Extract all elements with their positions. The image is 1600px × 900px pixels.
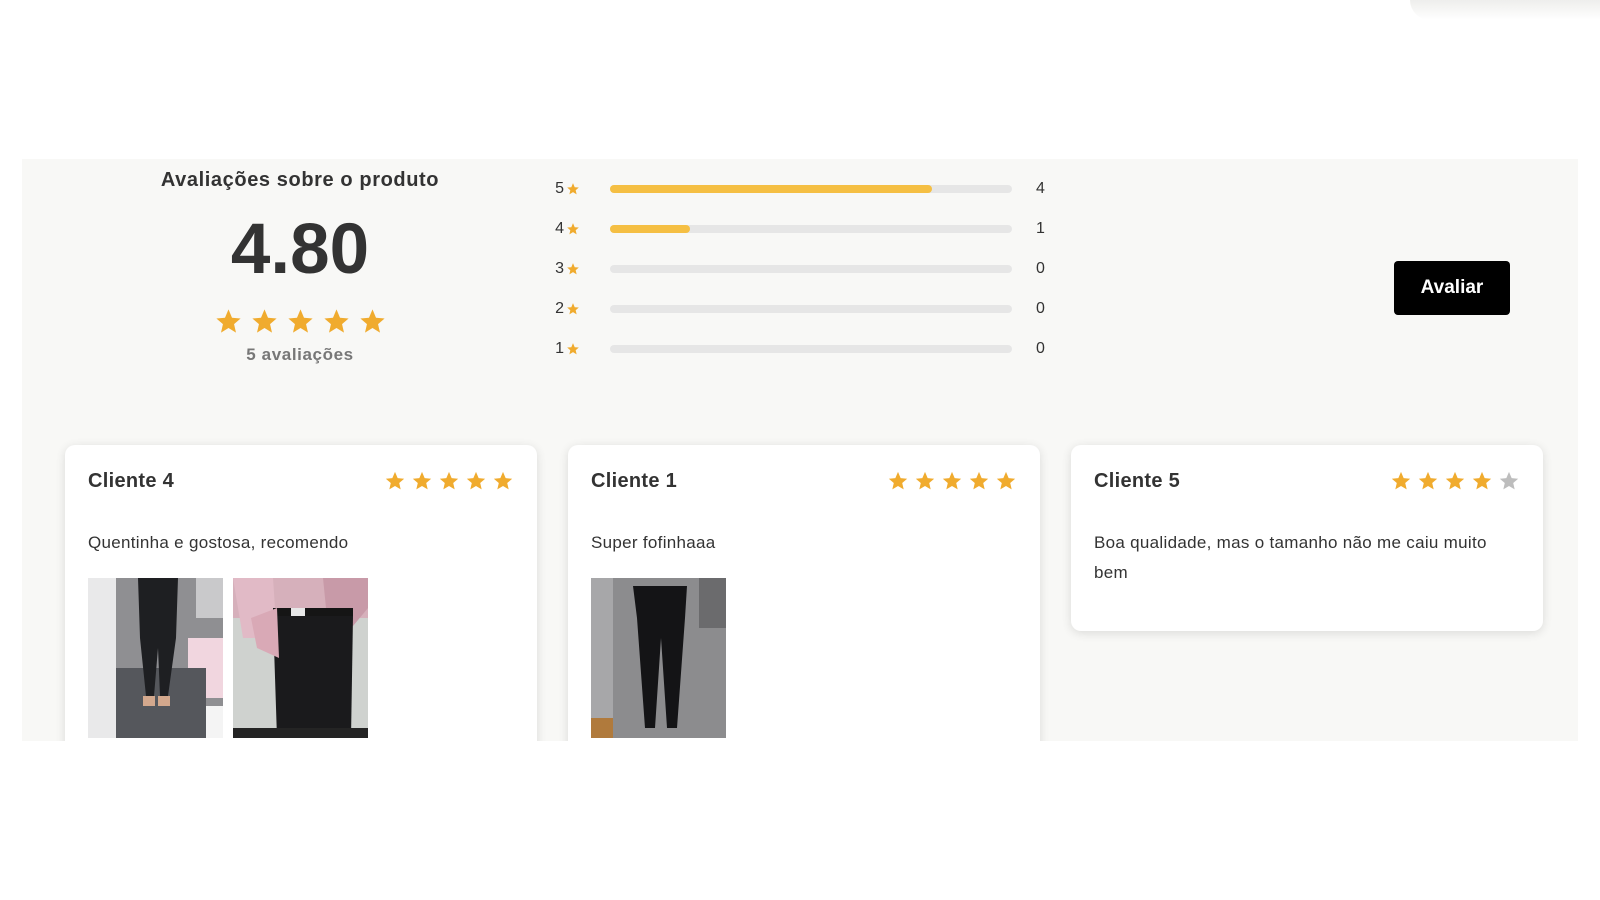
review-card: Cliente 1 Super fofinhaaa — [568, 445, 1040, 741]
review-card: Cliente 5 Boa qualidade, mas o tamanho n… — [1071, 445, 1543, 631]
review-stars — [384, 470, 514, 492]
rating-level: 3 — [555, 260, 564, 277]
rating-bar-track — [610, 225, 1012, 233]
photo-leggings-flat — [591, 578, 726, 738]
reviews-section: Avaliações sobre o produto 4.80 5 avalia… — [22, 159, 1578, 741]
star-icon — [1391, 471, 1411, 490]
star-icon — [996, 471, 1016, 490]
rating-count: 0 — [1036, 260, 1045, 277]
star-icon — [215, 309, 241, 333]
average-rating: 4.80 — [230, 210, 370, 289]
star-icon — [439, 471, 459, 490]
star-icon — [567, 263, 579, 275]
review-photo[interactable] — [88, 578, 223, 738]
rating-row-2: 2 0 — [552, 299, 1052, 319]
rating-count: 0 — [1036, 300, 1045, 317]
review-text: Super fofinhaaa — [591, 533, 716, 552]
star-icon — [1445, 471, 1465, 490]
rating-level: 4 — [555, 220, 564, 237]
rating-count: 1 — [1036, 220, 1045, 237]
review-photo[interactable] — [591, 578, 726, 738]
photo-leggings-selfie — [233, 578, 368, 738]
rating-row-1: 1 0 — [552, 339, 1052, 359]
rating-row-4: 4 1 — [552, 219, 1052, 239]
star-icon — [412, 471, 432, 490]
rating-row-5: 5 4 — [552, 179, 1052, 199]
review-text: Boa qualidade, mas o tamanho não me caiu… — [1094, 533, 1487, 582]
star-icon — [567, 183, 579, 195]
star-icon — [969, 471, 989, 490]
star-icon — [942, 471, 962, 490]
star-icon — [466, 471, 486, 490]
review-photos — [591, 578, 1017, 738]
rating-bar-fill — [610, 185, 932, 193]
star-icon — [567, 303, 579, 315]
top-right-shade — [1410, 0, 1600, 20]
star-icon — [915, 471, 935, 490]
star-icon — [1472, 471, 1492, 490]
review-text: Quentinha e gostosa, recomendo — [88, 533, 349, 552]
rating-count: 4 — [1036, 180, 1045, 197]
review-stars — [887, 470, 1017, 492]
star-icon — [359, 309, 385, 333]
reviewer-name: Cliente 5 — [1094, 469, 1181, 492]
rating-level: 1 — [555, 340, 564, 357]
average-stars — [22, 307, 578, 336]
review-stars — [1390, 470, 1520, 492]
rating-bar-track — [610, 305, 1012, 313]
star-icon — [1418, 471, 1438, 490]
write-review-button[interactable]: Avaliar — [1394, 261, 1510, 315]
reviewer-name: Cliente 1 — [591, 469, 678, 492]
rating-bar-fill — [610, 225, 691, 233]
star-icon — [493, 471, 513, 490]
rating-bar-track — [610, 265, 1012, 273]
rating-count: 0 — [1036, 340, 1045, 357]
review-card: Cliente 4 Quentinha e gostosa, recomendo — [65, 445, 537, 741]
review-photo[interactable] — [233, 578, 368, 738]
star-icon — [287, 309, 313, 333]
section-title: Avaliações sobre o produto — [160, 169, 440, 191]
star-icon — [1499, 471, 1519, 490]
rating-level: 2 — [555, 300, 564, 317]
star-icon — [888, 471, 908, 490]
star-icon — [385, 471, 405, 490]
star-icon — [567, 343, 579, 355]
page-bottom — [0, 741, 1600, 900]
rating-summary: Avaliações sobre o produto 4.80 5 avalia… — [22, 169, 578, 365]
photo-leggings-mirror — [88, 578, 223, 738]
rating-level: 5 — [555, 180, 564, 197]
star-icon — [323, 309, 349, 333]
review-photos — [88, 578, 514, 738]
star-icon — [567, 223, 579, 235]
star-icon — [251, 309, 277, 333]
rating-bar-track — [610, 345, 1012, 353]
review-count: 5 avaliações — [246, 345, 354, 364]
rating-bar-track — [610, 185, 1012, 193]
rating-row-3: 3 0 — [552, 259, 1052, 279]
reviewer-name: Cliente 4 — [88, 469, 175, 492]
